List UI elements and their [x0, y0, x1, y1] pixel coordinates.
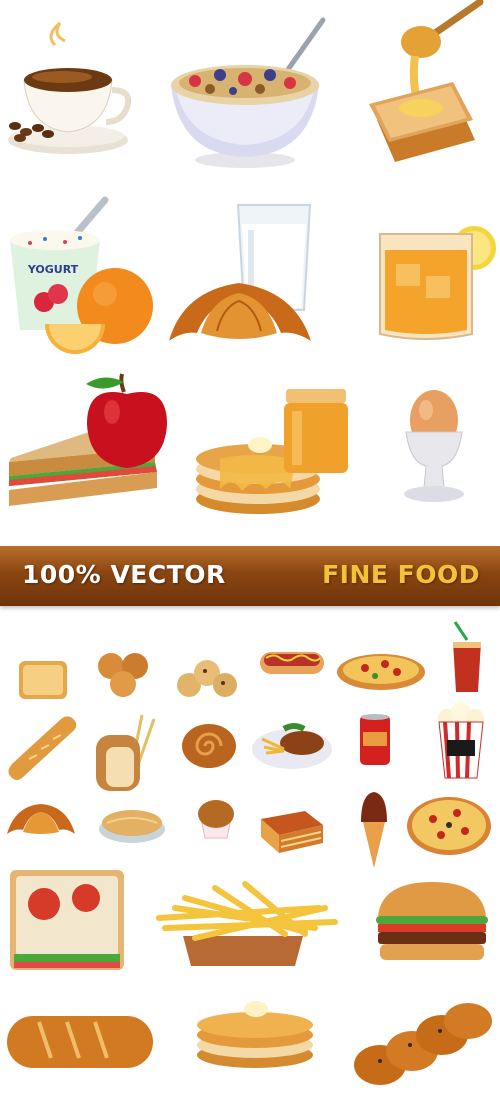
banner: 100% VECTOR FINE FOOD — [0, 546, 500, 606]
banner-right-text: FINE FOOD — [322, 560, 480, 589]
honey-toast-icon — [355, 0, 500, 170]
cookie-pile-icon — [175, 655, 241, 701]
club-sandwich-icon — [8, 868, 126, 973]
lasagna-icon — [255, 805, 327, 857]
pizza-whole-icon — [405, 795, 493, 857]
soda-cup-icon — [447, 620, 487, 695]
honey-jar-icon — [282, 385, 350, 480]
bread-loaf-icon — [92, 705, 167, 795]
toast-stack-icon — [15, 655, 71, 705]
muffin-icon — [195, 796, 237, 840]
hamburger-icon — [372, 880, 492, 975]
hot-dog-icon — [258, 640, 326, 684]
orange-icon — [30, 262, 160, 358]
pancake-stack-icon — [190, 993, 320, 1073]
french-fries-icon — [155, 878, 340, 968]
soda-can-icon — [357, 712, 393, 768]
steak-plate-icon — [250, 715, 334, 771]
long-bread-icon — [5, 1012, 155, 1072]
pie-icon — [97, 803, 167, 845]
braided-bread-icon — [350, 995, 495, 1090]
pizza-icon — [335, 650, 427, 692]
croissant-small-icon — [5, 802, 77, 842]
cinnamon-roll-icon — [180, 718, 238, 770]
boiled-egg-icon — [400, 390, 470, 505]
cookies-icon — [95, 650, 151, 700]
cereal-bowl-icon — [165, 15, 335, 175]
banner-left-text: 100% VECTOR — [22, 560, 226, 589]
coffee-cup-icon — [0, 20, 150, 170]
popcorn-icon — [435, 700, 487, 780]
apple-icon — [82, 372, 172, 472]
croissant-icon — [165, 275, 315, 355]
baguette-icon — [5, 715, 77, 785]
juice-glass-icon — [376, 220, 500, 345]
ice-cream-cone-icon — [357, 790, 391, 870]
